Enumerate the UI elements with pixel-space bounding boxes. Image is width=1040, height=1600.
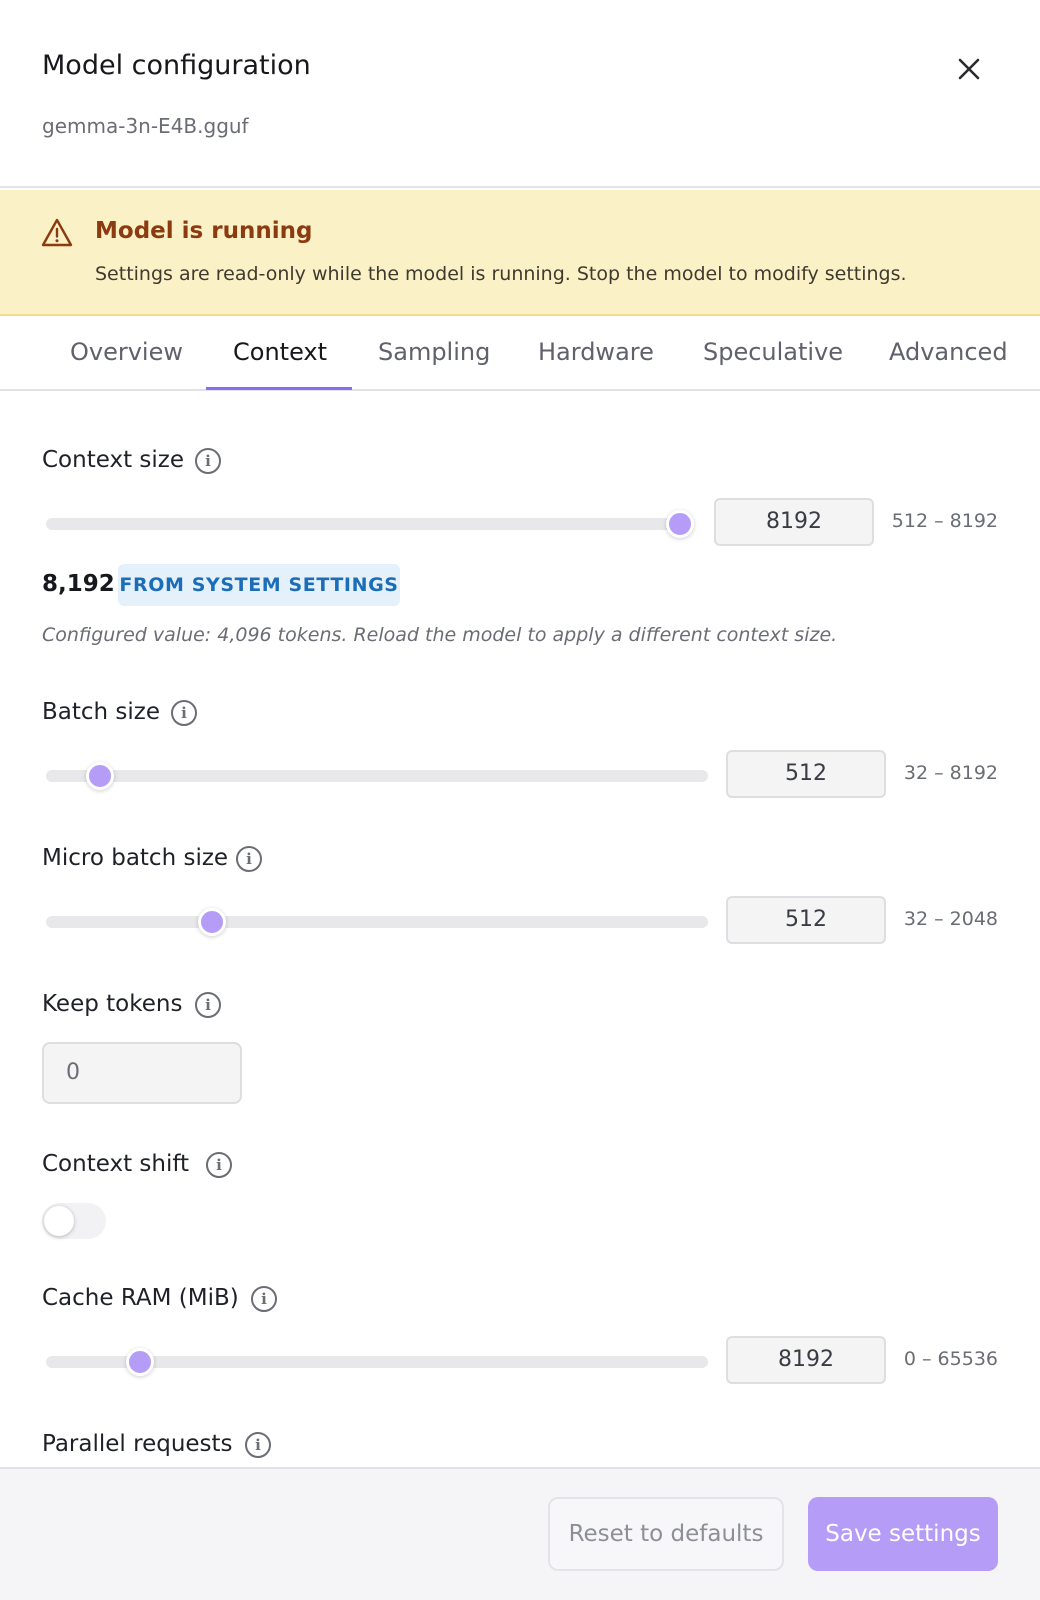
cache-ram-input[interactable]: 8192: [726, 1336, 886, 1384]
tab-advanced[interactable]: Advanced: [889, 338, 1008, 366]
system-settings-badge: FROM SYSTEM SETTINGS: [118, 564, 400, 606]
context-shift-toggle-knob: [44, 1206, 74, 1236]
save-settings-button[interactable]: Save settings: [808, 1497, 998, 1571]
context-size-slider-track[interactable]: [46, 518, 680, 530]
context-size-slider-thumb[interactable]: [666, 510, 694, 538]
warning-message: Settings are read-only while the model i…: [95, 263, 907, 285]
context-shift-info-icon[interactable]: i: [206, 1152, 232, 1178]
close-button[interactable]: [952, 52, 986, 86]
context-shift-toggle[interactable]: [42, 1203, 106, 1239]
batch-size-input[interactable]: 512: [726, 750, 886, 798]
keep-tokens-label: Keep tokens: [42, 991, 183, 1017]
context-size-label: Context size: [42, 447, 185, 473]
warning-triangle-icon: [40, 217, 74, 249]
batch-size-slider-track[interactable]: [46, 770, 708, 782]
micro-batch-size-slider-thumb[interactable]: [198, 908, 226, 936]
warning-title: Model is running: [95, 218, 313, 244]
keep-tokens-input[interactable]: 0: [42, 1042, 242, 1104]
micro-batch-size-input[interactable]: 512: [726, 896, 886, 944]
micro-batch-size-label: Micro batch size: [42, 845, 229, 871]
tab-hardware[interactable]: Hardware: [538, 338, 654, 366]
micro-batch-size-slider-track[interactable]: [46, 916, 708, 928]
cache-ram-info-icon[interactable]: i: [251, 1286, 277, 1312]
micro-batch-size-info-icon[interactable]: i: [236, 846, 262, 872]
cache-ram-slider-thumb[interactable]: [126, 1348, 154, 1376]
dialog-header: [0, 0, 1040, 188]
running-warning-banner: [0, 190, 1040, 316]
model-filename: gemma-3n-E4B.gguf: [42, 114, 249, 138]
context-size-info-icon[interactable]: i: [195, 448, 221, 474]
parallel-requests-label: Parallel requests: [42, 1431, 233, 1457]
batch-size-info-icon[interactable]: i: [171, 700, 197, 726]
tab-speculative[interactable]: Speculative: [703, 338, 843, 366]
tab-overview[interactable]: Overview: [70, 338, 183, 366]
cache-ram-range: 0 – 65536: [903, 1348, 998, 1370]
micro-batch-size-range: 32 – 2048: [903, 908, 998, 930]
tab-sampling[interactable]: Sampling: [378, 338, 490, 366]
context-size-note: Configured value: 4,096 tokens. Reload t…: [42, 624, 838, 646]
parallel-requests-info-icon[interactable]: i: [245, 1432, 271, 1458]
keep-tokens-info-icon[interactable]: i: [195, 992, 221, 1018]
dialog-title: Model configuration: [42, 50, 311, 81]
cache-ram-label: Cache RAM (MiB): [42, 1285, 239, 1311]
batch-size-label: Batch size: [42, 699, 161, 725]
context-size-value: 8,192: [42, 571, 115, 597]
active-tab-indicator: [206, 387, 352, 390]
context-shift-label: Context shift: [42, 1151, 190, 1177]
reset-to-defaults-button[interactable]: Reset to defaults: [548, 1497, 784, 1571]
close-icon: [958, 58, 980, 80]
batch-size-slider-thumb[interactable]: [86, 762, 114, 790]
tab-context[interactable]: Context: [233, 338, 327, 366]
context-size-range: 512 – 8192: [891, 510, 998, 532]
context-size-input[interactable]: 8192: [714, 498, 874, 546]
batch-size-range: 32 – 8192: [903, 762, 998, 784]
